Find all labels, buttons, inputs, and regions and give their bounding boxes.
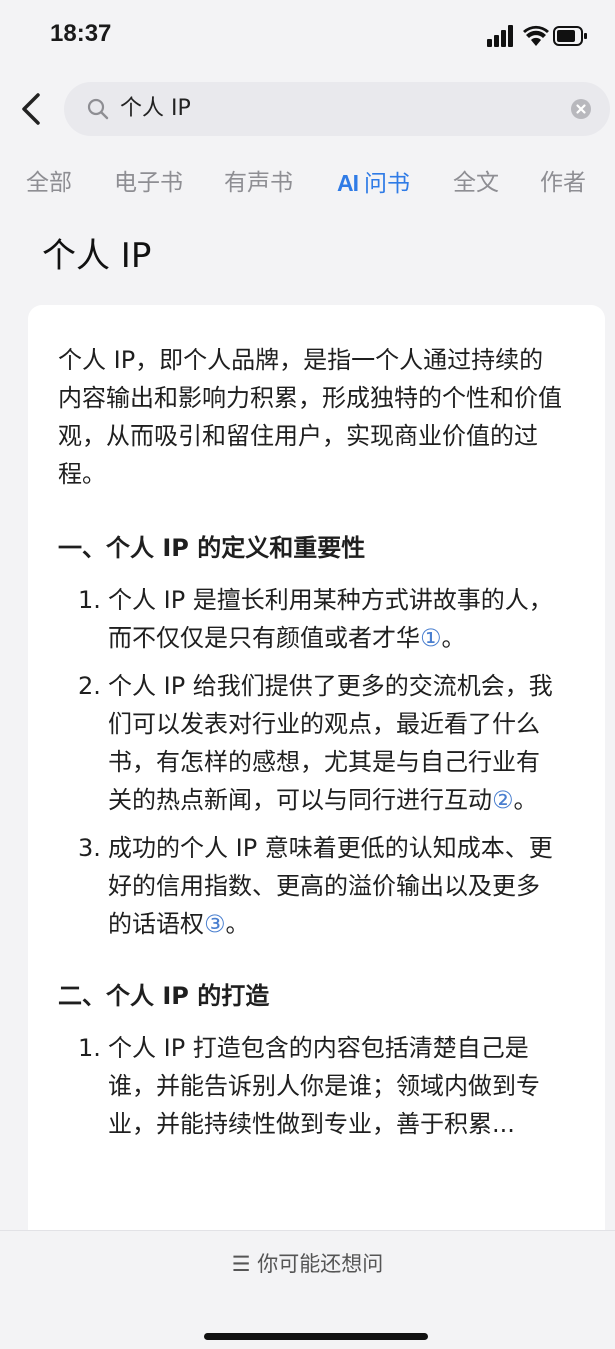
back-chevron-icon [22,93,40,125]
section-list: 1. 个人 IP 打造包含的内容包括清楚自己是谁，并能告诉别人你是谁；领域内做到… [58,1029,563,1143]
citation-link[interactable]: ① [420,624,442,652]
page-title: 个人 IP [42,236,152,276]
tab-fulltext[interactable]: 全文 [453,165,499,201]
list-end: 。 [225,910,250,938]
section-heading: 二、个人 IP 的打造 [58,982,270,1010]
search-input[interactable]: 个人 IP [64,82,610,136]
search-row: 个人 IP [0,80,615,138]
list-text: 个人 IP 打造包含的内容包括清楚自己是谁，并能告诉别人你是谁；领域内做到专业，… [108,1034,540,1138]
list-item: 1. 个人 IP 打造包含的内容包括清楚自己是谁，并能告诉别人你是谁；领域内做到… [58,1029,563,1143]
section-list: 1. 个人 IP 是擅长利用某种方式讲故事的人，而不仅仅是只有颜值或者才华①。 … [58,581,563,943]
list-end: 。 [513,786,538,814]
back-button[interactable] [16,90,48,128]
list-item: 2. 个人 IP 给我们提供了更多的交流机会，我们可以发表对行业的观点，最近看了… [58,667,563,819]
tab-ai-ask-book[interactable]: AI 问书 [337,165,410,202]
tab-ebook[interactable]: 电子书 [114,165,183,201]
citation-link[interactable]: ② [492,786,514,814]
battery-icon [553,26,587,46]
list-text: 个人 IP 是擅长利用某种方式讲故事的人，而不仅仅是只有颜值或者才华 [108,586,553,652]
list-number: 3. [78,834,101,862]
tab-ai-ask-book-label: 问书 [364,171,410,197]
section-heading: 一、个人 IP 的定义和重要性 [58,534,366,562]
status-icons [487,24,587,48]
citation-link[interactable]: ③ [204,910,226,938]
search-icon [87,98,109,120]
list-text: 个人 IP 给我们提供了更多的交流机会，我们可以发表对行业的观点，最近看了什么书… [108,672,553,814]
tab-author[interactable]: 作者 [540,165,586,201]
list-end: 。 [441,624,466,652]
tab-all[interactable]: 全部 [26,165,72,201]
wifi-icon [523,25,549,46]
status-bar: 18:37 [0,0,615,70]
list-number: 1. [78,1034,101,1062]
ai-mark: AI [337,170,359,196]
search-query: 个人 IP [120,96,191,121]
answer-intro: 个人 IP，即个人品牌，是指一个人通过持续的内容输出和影响力积累，形成独特的个性… [58,346,562,488]
clear-icon[interactable] [570,98,592,120]
list-item: 1. 个人 IP 是擅长利用某种方式讲故事的人，而不仅仅是只有颜值或者才华①。 [58,581,563,657]
tab-audiobook[interactable]: 有声书 [224,165,293,201]
bottom-bar: ☰ 你可能还想问 [0,1230,615,1349]
list-item: 3. 成功的个人 IP 意味着更低的认知成本、更好的信用指数、更高的溢价输出以及… [58,829,563,943]
signal-icon [487,25,513,47]
answer-content: 个人 IP，即个人品牌，是指一个人通过持续的内容输出和影响力积累，形成独特的个性… [58,341,563,1177]
answer-card: 个人 IP，即个人品牌，是指一个人通过持续的内容输出和影响力积累，形成独特的个性… [28,305,605,1305]
list-text: 成功的个人 IP 意味着更低的认知成本、更好的信用指数、更高的溢价输出以及更多的… [108,834,553,938]
home-indicator [204,1333,428,1340]
list-number: 2. [78,672,101,700]
menu-icon: ☰ [231,1252,251,1276]
list-number: 1. [78,586,101,614]
suggest-questions-button[interactable]: ☰ 你可能还想问 [0,1249,615,1279]
suggest-label: 你可能还想问 [257,1252,384,1276]
status-time: 18:37 [50,20,112,47]
category-tabs: 全部 电子书 有声书 AI 问书 全文 作者 [0,165,615,205]
